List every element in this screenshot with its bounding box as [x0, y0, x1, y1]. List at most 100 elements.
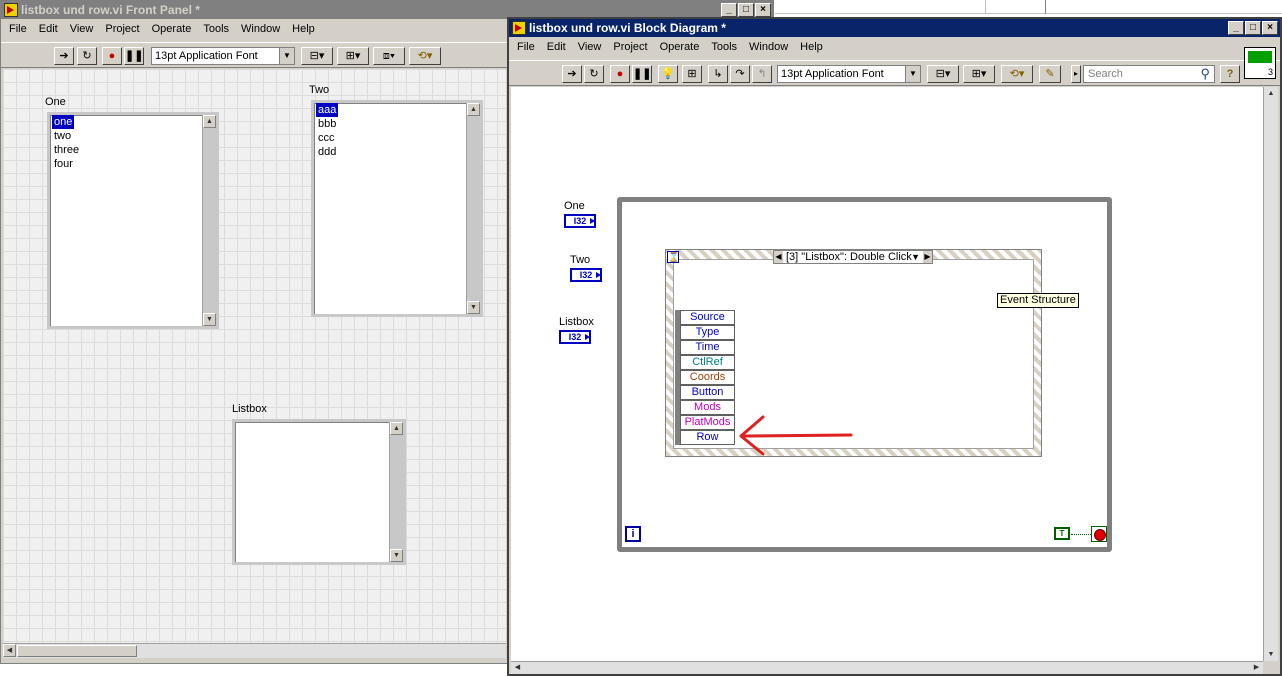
list-item[interactable]: ccc	[316, 131, 338, 145]
iteration-terminal[interactable]: i	[625, 526, 641, 542]
menu-view[interactable]: View	[572, 38, 608, 57]
menu-help[interactable]: Help	[286, 20, 321, 39]
minimize-button[interactable]: _	[721, 3, 737, 17]
menu-project[interactable]: Project	[607, 38, 653, 57]
menu-window[interactable]: Window	[235, 20, 286, 39]
case-dropdown-icon[interactable]: ▼	[911, 251, 920, 263]
step-out-icon[interactable]: ↰	[752, 65, 772, 83]
reorder-icon[interactable]: ⟲▾	[1001, 65, 1033, 83]
resize-objects-icon[interactable]: ⧈▾	[373, 47, 405, 65]
case-next-icon[interactable]: ▶	[923, 251, 932, 263]
event-node-button[interactable]: Button	[680, 385, 735, 400]
run-continuously-icon[interactable]: ↻	[77, 47, 97, 65]
event-node-mods[interactable]: Mods	[680, 400, 735, 415]
menu-project[interactable]: Project	[99, 20, 145, 39]
stop-condition-terminal[interactable]	[1091, 526, 1107, 542]
event-case-selector[interactable]: ◀ [3] "Listbox": Double Click ▼ ▶	[773, 250, 933, 264]
close-button[interactable]: ×	[755, 3, 771, 17]
listbox-two[interactable]: aaa bbb ccc ddd ▲ ▼	[311, 100, 483, 317]
menu-tools[interactable]: Tools	[197, 20, 235, 39]
event-node-platmods[interactable]: PlatMods	[680, 415, 735, 430]
reorder-icon[interactable]: ⟲▾	[409, 47, 441, 65]
pause-icon[interactable]: ❚❚	[124, 47, 144, 65]
align-objects-icon[interactable]: ⊟▾	[927, 65, 959, 83]
event-data-node[interactable]: Source Type Time CtlRef Coords Button Mo…	[675, 310, 735, 445]
scroll-up-icon[interactable]: ▲	[390, 422, 403, 435]
menu-edit[interactable]: Edit	[33, 20, 64, 39]
menu-help[interactable]: Help	[794, 38, 829, 57]
block-diagram-hscrollbar[interactable]: ◀ ▶	[511, 661, 1263, 674]
listbox-three[interactable]: ▲ ▼	[232, 419, 406, 565]
listbox-one[interactable]: one two three four ▲ ▼	[47, 112, 219, 329]
menu-operate[interactable]: Operate	[654, 38, 706, 57]
search-input[interactable]: Search ⚲	[1083, 65, 1215, 83]
list-item[interactable]: four	[52, 157, 81, 171]
pause-icon[interactable]: ❚❚	[632, 65, 652, 83]
terminal-one[interactable]: I32	[564, 214, 596, 228]
scroll-left-icon[interactable]: ◀	[3, 644, 16, 657]
minimize-button[interactable]: _	[1228, 21, 1244, 35]
scroll-up-icon[interactable]: ▲	[203, 115, 216, 128]
scroll-left-icon[interactable]: ◀	[511, 662, 524, 674]
maximize-button[interactable]: □	[1245, 21, 1261, 35]
front-panel-hscrollbar[interactable]: ◀	[3, 643, 506, 658]
menu-window[interactable]: Window	[743, 38, 794, 57]
search-expand-icon[interactable]: ▸	[1071, 65, 1081, 83]
event-node-type[interactable]: Type	[680, 325, 735, 340]
highlight-execution-icon[interactable]: 💡	[658, 65, 678, 83]
run-continuously-icon[interactable]: ↻	[584, 65, 604, 83]
scroll-down-icon[interactable]: ▼	[1264, 648, 1278, 661]
menu-file[interactable]: File	[3, 20, 33, 39]
step-into-icon[interactable]: ↳	[708, 65, 728, 83]
list-item[interactable]: bbb	[316, 117, 338, 131]
retain-wire-values-icon[interactable]: ⊞	[682, 65, 702, 83]
scroll-down-icon[interactable]: ▼	[203, 313, 216, 326]
menu-file[interactable]: File	[511, 38, 541, 57]
close-button[interactable]: ×	[1262, 21, 1278, 35]
event-node-row[interactable]: Row	[680, 430, 735, 445]
hscroll-thumb[interactable]	[17, 645, 137, 657]
menu-operate[interactable]: Operate	[146, 20, 198, 39]
font-selector[interactable]: 13pt Application Font ▼	[777, 65, 921, 83]
font-selector[interactable]: 13pt Application Font ▼	[151, 47, 295, 65]
vi-icon[interactable]: 3	[1244, 47, 1276, 79]
run-arrow-icon[interactable]: ➔	[562, 65, 582, 83]
menu-tools[interactable]: Tools	[705, 38, 743, 57]
list-item[interactable]: ddd	[316, 145, 338, 159]
help-icon[interactable]: ?	[1220, 65, 1240, 83]
event-node-ctlref[interactable]: CtlRef	[680, 355, 735, 370]
event-node-coords[interactable]: Coords	[680, 370, 735, 385]
event-node-source[interactable]: Source	[680, 310, 735, 325]
list-item[interactable]: aaa	[316, 103, 339, 117]
menu-view[interactable]: View	[64, 20, 100, 39]
listbox-two-scrollbar[interactable]: ▲ ▼	[466, 103, 480, 314]
step-over-icon[interactable]: ↷	[730, 65, 750, 83]
distribute-objects-icon[interactable]: ⊞▾	[337, 47, 369, 65]
run-arrow-icon[interactable]: ➔	[54, 47, 74, 65]
maximize-button[interactable]: □	[738, 3, 754, 17]
menu-edit[interactable]: Edit	[541, 38, 572, 57]
true-constant[interactable]: T	[1054, 527, 1070, 540]
clean-up-diagram-icon[interactable]: ✎	[1039, 65, 1061, 83]
scroll-down-icon[interactable]: ▼	[467, 301, 480, 314]
listbox-one-scrollbar[interactable]: ▲ ▼	[202, 115, 216, 326]
listbox-three-scrollbar[interactable]: ▲ ▼	[389, 422, 403, 562]
abort-icon[interactable]: ●	[102, 47, 122, 65]
event-timeout-icon[interactable]: ⌛	[667, 251, 679, 263]
terminal-listbox[interactable]: I32	[559, 330, 591, 344]
list-item[interactable]: two	[52, 129, 81, 143]
scroll-right-icon[interactable]: ▶	[1250, 662, 1263, 674]
scroll-up-icon[interactable]: ▲	[467, 103, 480, 116]
scroll-up-icon[interactable]: ▲	[1264, 87, 1278, 100]
case-prev-icon[interactable]: ◀	[774, 251, 783, 263]
align-objects-icon[interactable]: ⊟▾	[301, 47, 333, 65]
event-node-time[interactable]: Time	[680, 340, 735, 355]
list-item[interactable]: one	[52, 115, 75, 129]
list-item[interactable]: three	[52, 143, 81, 157]
block-diagram-titlebar[interactable]: listbox und row.vi Block Diagram * _ □ ×	[509, 19, 1280, 37]
terminal-two[interactable]: I32	[570, 268, 602, 282]
distribute-objects-icon[interactable]: ⊞▾	[963, 65, 995, 83]
scroll-down-icon[interactable]: ▼	[390, 549, 403, 562]
abort-icon[interactable]: ●	[610, 65, 630, 83]
block-diagram-vscrollbar[interactable]: ▲ ▼	[1263, 87, 1278, 661]
